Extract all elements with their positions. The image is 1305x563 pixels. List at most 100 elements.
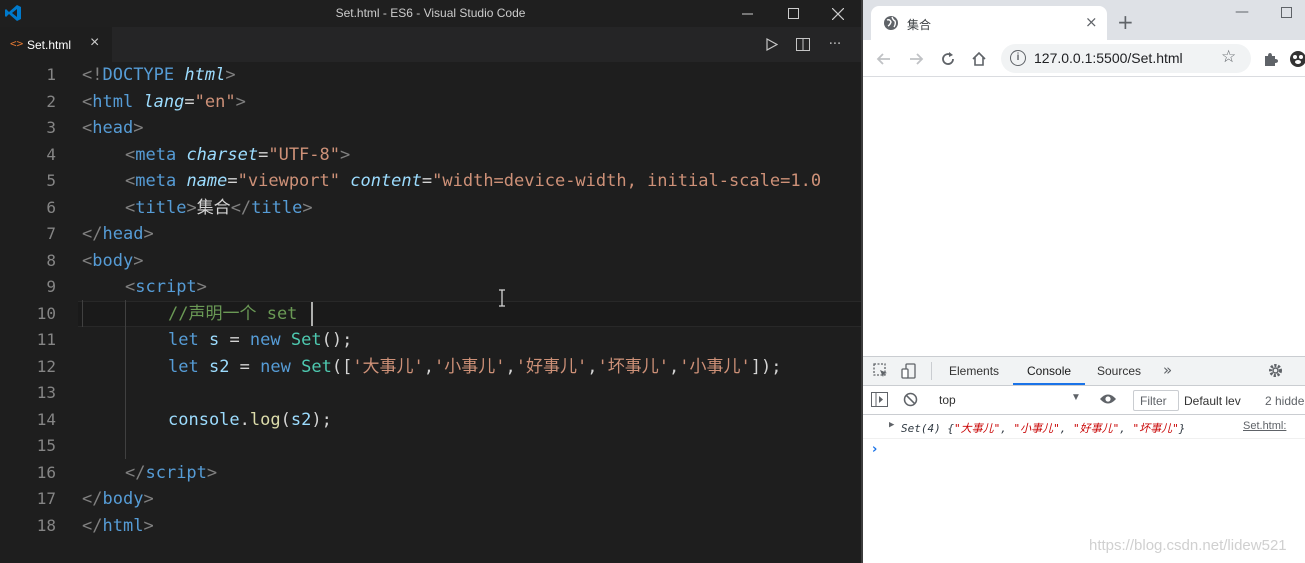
profile-avatar[interactable] <box>1289 48 1305 70</box>
page-viewport[interactable] <box>863 77 1305 356</box>
console-filter-input[interactable]: Filter <box>1133 390 1179 411</box>
code-token: log <box>249 409 281 430</box>
device-toolbar-icon[interactable] <box>901 363 917 383</box>
line-number: 15 <box>36 436 56 455</box>
code-token: > <box>340 144 351 165</box>
code-line: </html> <box>82 513 154 540</box>
extensions-button[interactable] <box>1259 48 1281 70</box>
code-token: '小事儿' <box>679 356 751 377</box>
log-item: "坏事儿" <box>1132 422 1179 435</box>
site-info-icon[interactable]: i <box>1010 50 1026 66</box>
devtools-menu-icon[interactable]: ⋮ <box>1299 361 1305 377</box>
globe-icon <box>884 16 898 30</box>
ellipsis-icon: ··· <box>828 36 842 52</box>
code-token: Set <box>280 330 322 350</box>
back-button[interactable] <box>873 48 895 70</box>
code-line: <!DOCTYPE html> <box>82 62 236 89</box>
new-tab-button[interactable]: + <box>1117 10 1134 34</box>
code-line: console.log(s2); <box>168 407 332 434</box>
line-number: 6 <box>46 197 56 217</box>
log-source-link[interactable]: Set.html: <box>1243 420 1286 432</box>
reload-button[interactable] <box>937 48 959 70</box>
line-number: 17 <box>36 489 56 508</box>
dropdown-triangle-icon: ▼ <box>1071 392 1081 403</box>
vscode-titlebar: Set.html - ES6 - Visual Studio Code <box>0 0 861 27</box>
code-token: </ <box>82 515 103 536</box>
code-token: < <box>125 197 136 218</box>
live-expression-eye-icon[interactable] <box>1099 392 1117 410</box>
line-number: 11 <box>36 330 56 349</box>
minimize-button[interactable] <box>724 0 770 27</box>
tab-elements[interactable]: Elements <box>949 364 999 378</box>
console-log-entry[interactable]: ▶ Set(4) {"大事儿", "小事儿", "好事儿", "坏事儿"} Se… <box>863 415 1305 439</box>
console-prompt-icon[interactable]: › <box>872 442 877 457</box>
code-editor[interactable]: 1 2 3 4 5 6 7 8 9 10 11 12 13 14 15 16 1… <box>0 62 861 563</box>
settings-gear-icon[interactable] <box>1267 362 1284 383</box>
code-line: <head> <box>82 115 143 142</box>
log-levels-dropdown[interactable]: Default lev <box>1184 394 1241 408</box>
code-line: </script> <box>125 460 217 487</box>
console-toolbar: top ▼ Filter Default lev 2 hidde <box>863 386 1305 415</box>
code-token: meta <box>135 144 177 165</box>
bookmark-star-icon[interactable]: ☆ <box>1221 47 1236 67</box>
code-token: = <box>421 171 433 191</box>
home-button[interactable] <box>968 48 990 70</box>
log-item: "小事儿" <box>1013 422 1060 435</box>
clear-console-icon[interactable] <box>903 392 918 411</box>
vscode-window: Set.html - ES6 - Visual Studio Code <> S… <box>0 0 861 563</box>
code-token: > <box>196 277 207 297</box>
expand-triangle-icon[interactable]: ▶ <box>889 420 894 430</box>
code-token: < <box>82 118 93 138</box>
more-tabs-chevron-icon[interactable]: » <box>1163 361 1172 379</box>
code-line: <html lang="en"> <box>82 89 246 116</box>
line-number: 16 <box>36 462 56 482</box>
maximize-button[interactable] <box>770 0 816 27</box>
code-token: html <box>102 515 144 536</box>
log-separator: , <box>1059 422 1073 435</box>
maximize-icon <box>787 8 799 19</box>
code-token: > <box>133 250 144 271</box>
code-token: name <box>176 171 228 191</box>
browser-tab[interactable]: 集合 × <box>871 6 1107 40</box>
browser-maximize-icon[interactable] <box>1281 7 1292 18</box>
context-selector[interactable]: top ▼ <box>935 391 1085 410</box>
run-button[interactable] <box>760 33 782 55</box>
code-line: <script> <box>125 274 207 301</box>
split-editor-icon <box>796 37 810 51</box>
log-item: "好事儿" <box>1072 422 1120 435</box>
tab-sources[interactable]: Sources <box>1097 364 1141 378</box>
code-token: meta <box>135 171 177 191</box>
watermark-text: https://blog.csdn.net/lidew521 <box>1089 537 1287 554</box>
code-token: < <box>125 277 136 297</box>
tab-close-icon[interactable]: × <box>90 34 99 52</box>
code-token: title <box>251 197 303 218</box>
code-token: body <box>102 489 144 509</box>
code-token: > <box>206 462 218 483</box>
tab-set-html[interactable]: <> Set.html × <box>0 27 112 62</box>
inspect-element-icon[interactable] <box>873 363 889 383</box>
close-window-button[interactable] <box>815 0 861 27</box>
line-number: 9 <box>46 277 56 296</box>
reload-icon <box>942 52 954 65</box>
browser-tab-close-icon[interactable]: × <box>1085 13 1098 31</box>
forward-button[interactable] <box>905 48 927 70</box>
line-number: 7 <box>46 224 56 243</box>
split-editor-button[interactable] <box>792 33 814 55</box>
code-line: //声明一个 set <box>168 301 297 328</box>
code-token: > <box>133 118 144 138</box>
code-token: console <box>168 409 240 430</box>
code-token: . <box>239 409 250 430</box>
code-token: '坏事儿' <box>597 356 669 377</box>
url-text[interactable]: 127.0.0.1:5500/Set.html <box>1034 50 1183 66</box>
show-sidebar-icon[interactable] <box>871 392 888 411</box>
code-token: ( <box>280 409 291 430</box>
browser-minimize-icon[interactable]: — <box>1235 4 1249 20</box>
code-token: <! <box>82 65 103 85</box>
address-bar[interactable]: i 127.0.0.1:5500/Set.html ☆ <box>1001 44 1251 73</box>
code-token: = <box>258 144 269 165</box>
code-token: new <box>249 330 281 350</box>
indent-guide <box>125 300 126 459</box>
line-number: 4 <box>46 144 56 164</box>
more-actions-button[interactable]: ··· <box>824 33 846 55</box>
tab-console[interactable]: Console <box>1027 364 1071 378</box>
